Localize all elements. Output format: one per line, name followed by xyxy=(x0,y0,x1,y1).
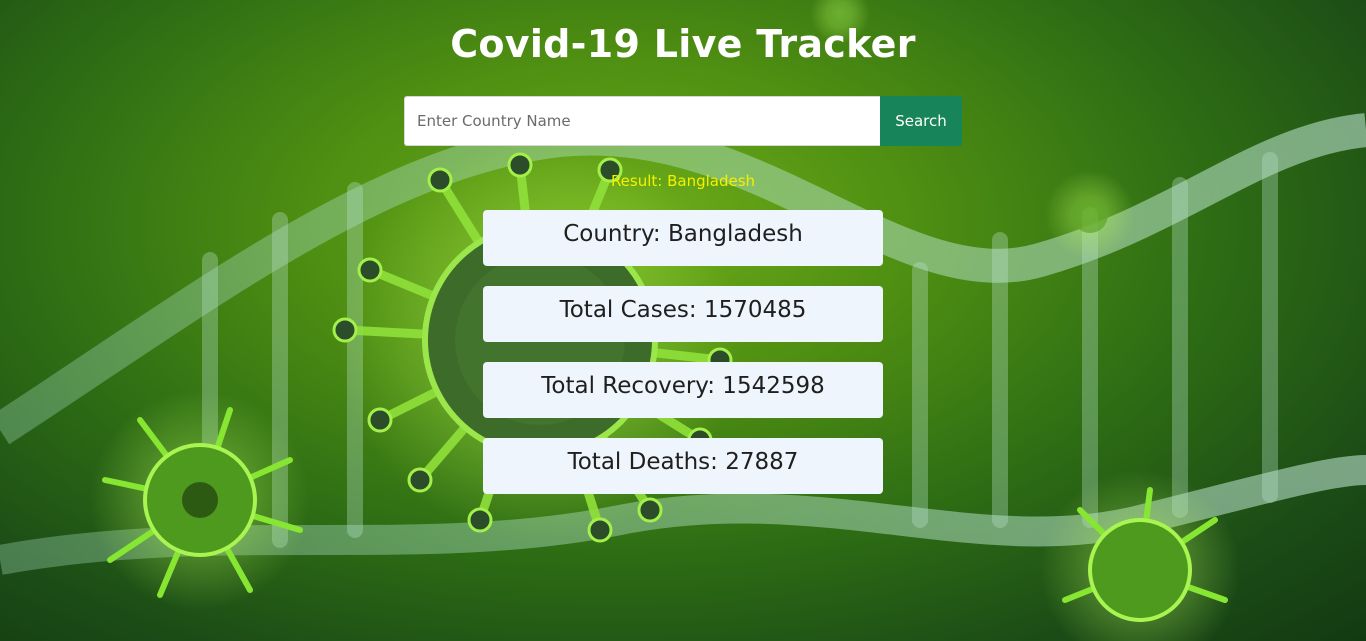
page: Covid-19 Live Tracker Search Result: Ban… xyxy=(0,0,1366,641)
result-label: Result: Bangladesh xyxy=(610,172,756,190)
country-card: Country: Bangladesh xyxy=(483,210,883,266)
search-button[interactable]: Search xyxy=(880,96,962,146)
total-cases-card: Total Cases: 1570485 xyxy=(483,286,883,342)
total-deaths-card: Total Deaths: 27887 xyxy=(483,438,883,494)
page-title: Covid-19 Live Tracker xyxy=(450,22,916,66)
country-search-input[interactable] xyxy=(404,96,880,146)
search-bar: Search xyxy=(404,96,962,146)
total-recovery-card: Total Recovery: 1542598 xyxy=(483,362,883,418)
